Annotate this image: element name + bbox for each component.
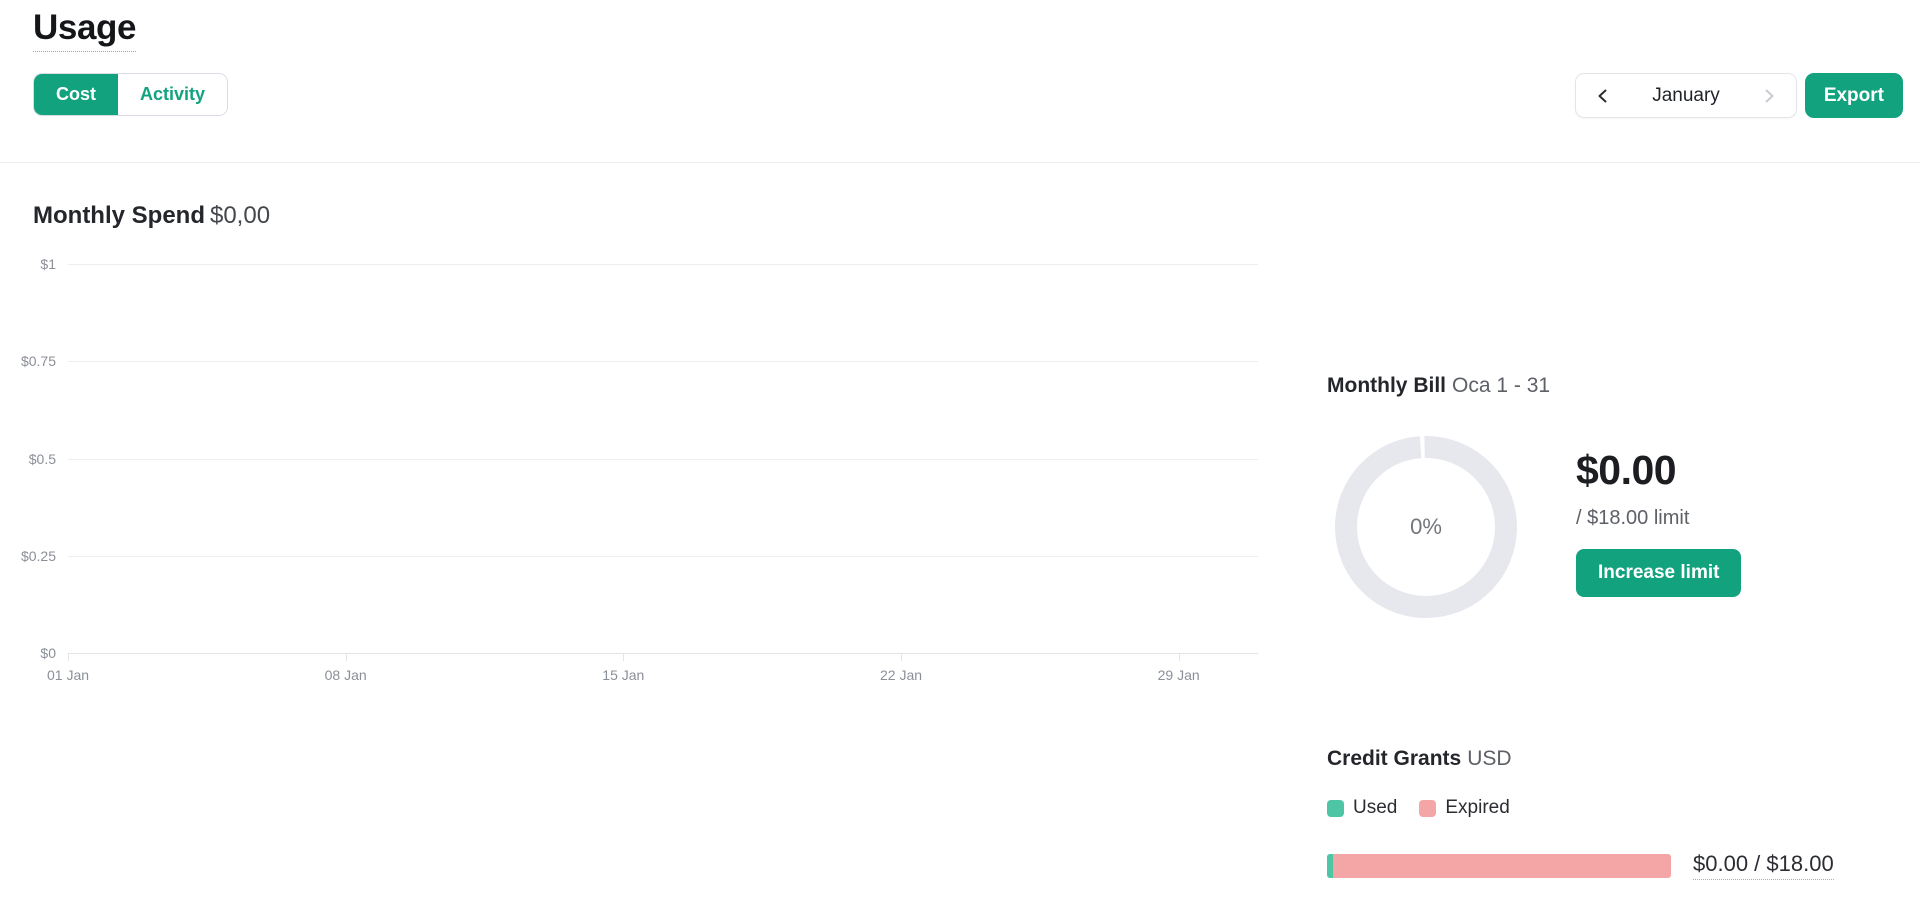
bill-limit: / $18.00 limit [1576, 507, 1741, 530]
chart-y-tick-label: $0 [40, 645, 56, 661]
credit-bar-expired-segment [1333, 854, 1672, 878]
chart-y-tick-label: $1 [40, 256, 56, 272]
export-button[interactable]: Export [1805, 73, 1903, 118]
chart-amount: $0,00 [210, 202, 270, 229]
increase-limit-button[interactable]: Increase limit [1576, 549, 1741, 597]
chart-x-tick-mark [68, 653, 69, 661]
credit-grants-amount: $0.00 / $18.00 [1693, 851, 1834, 880]
bill-info: $0.00 / $18.00 limit Increase limit [1525, 428, 1741, 597]
credit-grants-progress-bar [1327, 854, 1671, 878]
chart-gridline [68, 264, 1258, 265]
chart-x-tick-label: 08 Jan [325, 667, 367, 683]
legend-label-used: Used [1353, 797, 1397, 819]
page-title: Usage [33, 8, 136, 52]
usage-donut-chart: 0% [1327, 428, 1525, 626]
chart-y-tick-label: $0.5 [29, 451, 56, 467]
legend-swatch-expired [1419, 800, 1436, 817]
legend-swatch-used [1327, 800, 1344, 817]
tab-cost[interactable]: Cost [34, 74, 118, 115]
chevron-left-icon[interactable] [1592, 85, 1614, 107]
chart-plot-area: $0$0.25$0.5$0.75$101 Jan08 Jan15 Jan22 J… [68, 264, 1258, 653]
chart-gridline [68, 653, 1258, 654]
credit-grants-title: Credit Grants [1327, 747, 1461, 770]
monthly-bill-row: 0% $0.00 / $18.00 limit Increase limit [1327, 428, 1741, 626]
tab-activity[interactable]: Activity [118, 74, 227, 115]
usage-percent-label: 0% [1327, 428, 1525, 626]
chart-title: Monthly Spend [33, 202, 205, 229]
bill-amount: $0.00 [1576, 448, 1741, 493]
credit-grants-bar-row: $0.00 / $18.00 [1327, 851, 1834, 880]
billing-side-panel: Monthly Bill Oca 1 - 31 0% $0.00 / $18.00… [1327, 163, 1920, 918]
chart-y-tick-label: $0.75 [21, 353, 56, 369]
month-label: January [1636, 85, 1736, 107]
monthly-bill-heading: Monthly Bill Oca 1 - 31 [1327, 374, 1550, 398]
chart-y-tick-label: $0.25 [21, 548, 56, 564]
legend-label-expired: Expired [1445, 797, 1509, 819]
monthly-bill-title: Monthly Bill [1327, 374, 1446, 397]
chart-x-tick-mark [901, 653, 902, 661]
chevron-right-icon[interactable] [1758, 85, 1780, 107]
chart-x-tick-label: 29 Jan [1158, 667, 1200, 683]
chart-x-tick-label: 01 Jan [47, 667, 89, 683]
credit-grants-legend: Used Expired [1327, 797, 1510, 819]
chart-gridline [68, 361, 1258, 362]
monthly-spend-chart-panel: Monthly Spend$0,00 $0$0.25$0.5$0.75$101 … [0, 163, 1300, 918]
month-selector[interactable]: January [1575, 73, 1797, 118]
credit-grants-currency: USD [1467, 747, 1511, 770]
view-mode-toggle[interactable]: Cost Activity [33, 73, 228, 116]
chart-x-tick-label: 22 Jan [880, 667, 922, 683]
legend-item-used: Used [1327, 797, 1397, 819]
chart-heading: Monthly Spend$0,00 [33, 202, 270, 230]
chart-x-tick-mark [623, 653, 624, 661]
page-header: Usage Cost Activity January Export [0, 0, 1920, 163]
legend-item-expired: Expired [1419, 797, 1509, 819]
chart-gridline [68, 459, 1258, 460]
chart-x-tick-mark [1179, 653, 1180, 661]
chart-gridline [68, 556, 1258, 557]
credit-grants-heading: Credit Grants USD [1327, 747, 1512, 771]
chart-x-tick-mark [346, 653, 347, 661]
page-body: Monthly Spend$0,00 $0$0.25$0.5$0.75$101 … [0, 163, 1920, 918]
monthly-bill-period: Oca 1 - 31 [1452, 374, 1550, 397]
chart-x-tick-label: 15 Jan [602, 667, 644, 683]
